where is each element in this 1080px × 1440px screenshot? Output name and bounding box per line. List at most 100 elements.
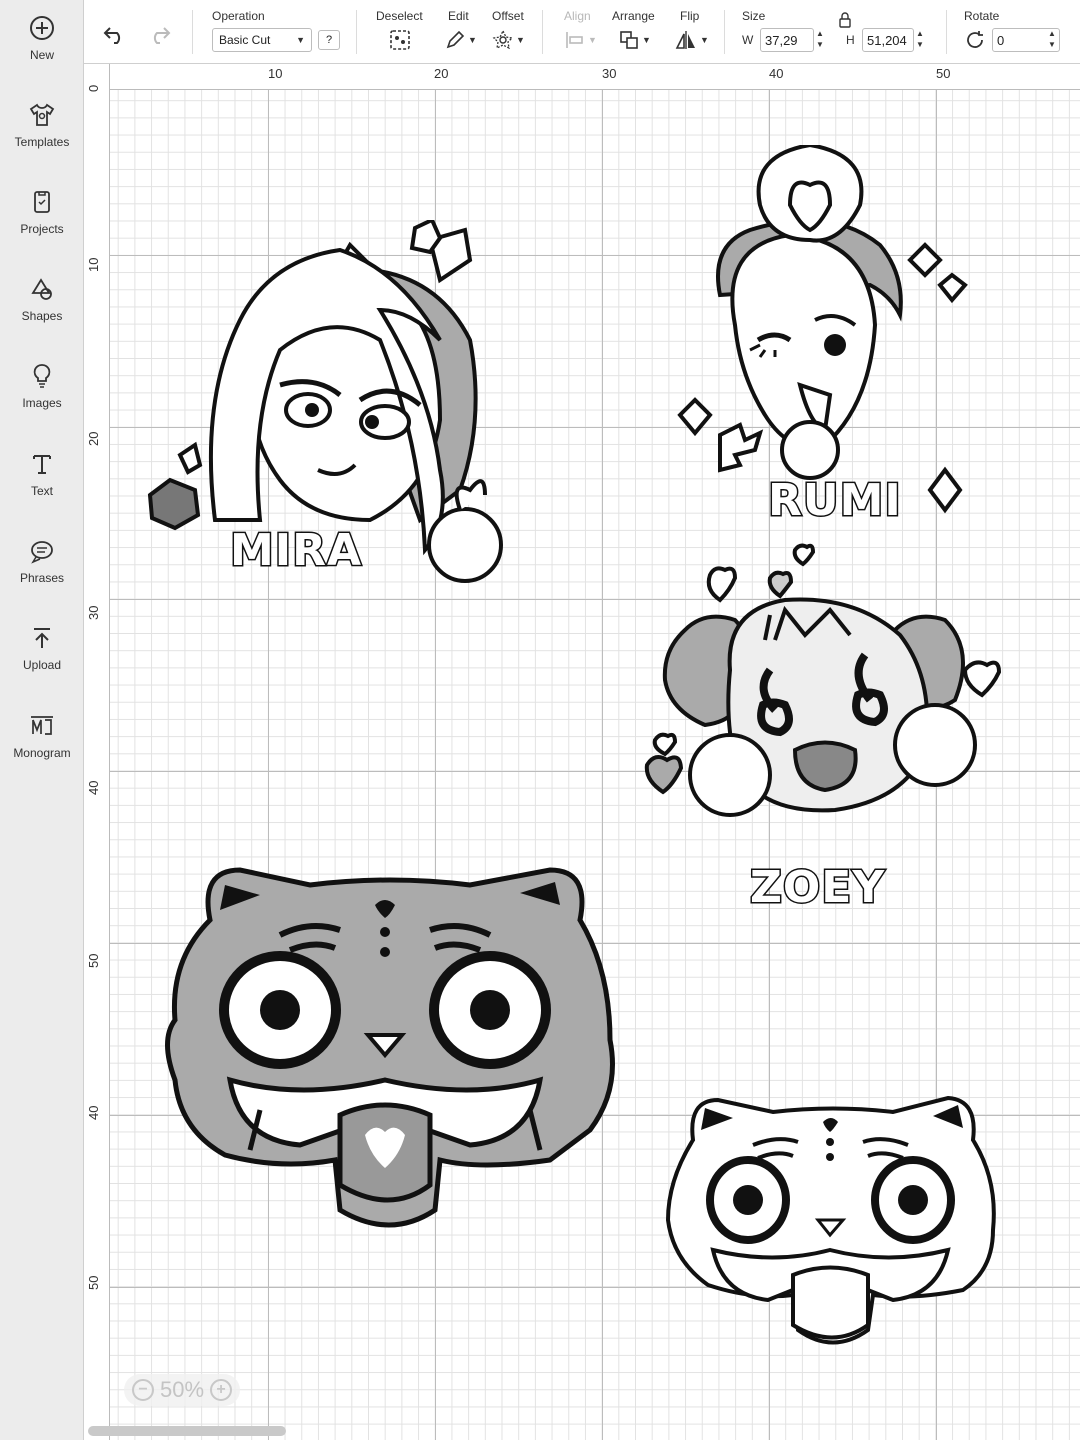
toolbar-divider: [946, 10, 947, 54]
size-label: Size: [742, 9, 766, 23]
ruler-tick-label: 10: [268, 66, 283, 81]
sidebar-item-shapes[interactable]: Shapes: [0, 275, 84, 355]
ruler-tick-label: 30: [86, 605, 101, 620]
monogram-icon: [31, 716, 53, 735]
sidebar-item-label: Monogram: [13, 746, 71, 760]
ruler-tick-label: 50: [86, 953, 101, 968]
ruler-tick-label: 20: [86, 431, 101, 446]
ruler-tick-label: 30: [602, 66, 617, 81]
zoey-sticker[interactable]: ZOEY: [635, 540, 1025, 920]
flip-label: Flip: [680, 9, 700, 23]
deselect-icon: [390, 30, 410, 50]
zoom-control: − 50% +: [124, 1374, 241, 1406]
redo-button[interactable]: [146, 22, 172, 46]
projects-icon: [34, 191, 50, 213]
toolbar-divider: [192, 10, 193, 54]
redo-icon: [153, 27, 171, 44]
zoom-in-button[interactable]: +: [210, 1379, 233, 1401]
sidebar-item-text[interactable]: Text: [0, 450, 84, 530]
chevron-down-icon: ▼: [468, 35, 477, 45]
width-field[interactable]: 37,29: [760, 28, 814, 52]
left-sidebar: New Templates Projects Shapes Images Tex…: [0, 0, 84, 1440]
mira-name-label: MIRA: [228, 524, 363, 578]
zoey-face-illustration: [644, 543, 1002, 817]
ruler-tick-label: 20: [434, 66, 449, 81]
ruler-tick-label: 50: [86, 1275, 101, 1290]
height-stepper[interactable]: ▲ ▼: [914, 28, 926, 52]
lock-icon[interactable]: [838, 12, 852, 28]
deselect-label: Deselect: [376, 9, 423, 23]
sidebar-item-templates[interactable]: Templates: [0, 101, 84, 181]
pencil-icon: [446, 30, 465, 49]
upload-icon: [34, 628, 50, 648]
width-stepper[interactable]: ▲ ▼: [814, 28, 826, 52]
ruler-tick-label: 0: [86, 84, 101, 92]
chevron-down-icon: ▼: [642, 35, 651, 45]
sidebar-item-phrases[interactable]: Phrases: [0, 537, 84, 617]
chevron-down-icon: ▼: [296, 35, 305, 45]
tiger-face-illustration: [165, 867, 615, 1228]
ruler-tick-label: 40: [86, 1105, 101, 1120]
deselect-button[interactable]: [388, 28, 412, 52]
sidebar-item-label: New: [29, 48, 54, 62]
rumi-sticker[interactable]: RUMI: [660, 142, 990, 545]
chevron-down-icon: ▼: [700, 35, 709, 45]
chevron-down-icon: ▼: [588, 35, 597, 45]
horizontal-ruler: 10 20 30 40 50: [84, 64, 1080, 90]
rumi-face-illustration: [677, 142, 968, 514]
plus-circle-icon: [30, 16, 54, 40]
sidebar-item-monogram[interactable]: Monogram: [0, 712, 84, 792]
sidebar-item-label: Projects: [20, 222, 64, 236]
flip-icon: [675, 31, 695, 49]
sidebar-item-upload[interactable]: Upload: [0, 624, 84, 704]
align-label: Align: [564, 9, 591, 23]
tiger-sticker-outline[interactable]: [663, 1090, 1003, 1360]
edit-button[interactable]: ▼: [444, 28, 477, 52]
flip-button[interactable]: ▼: [674, 28, 709, 52]
toolbar-divider: [542, 10, 543, 54]
undo-icon: [103, 27, 121, 44]
height-prefix: H: [846, 33, 855, 47]
width-prefix: W: [742, 33, 754, 47]
rumi-name-label: RUMI: [767, 474, 903, 528]
edit-label: Edit: [448, 9, 469, 23]
height-field[interactable]: 51,204: [862, 28, 914, 52]
tshirt-icon: [29, 103, 55, 126]
operation-select[interactable]: Basic Cut ▼: [212, 28, 312, 52]
vertical-ruler: 0 10 20 30 40 50 40 50: [84, 64, 110, 1440]
operation-label: Operation: [212, 9, 265, 23]
zoey-name-label: ZOEY: [748, 861, 886, 915]
horizontal-scrollbar[interactable]: [88, 1426, 286, 1436]
offset-icon: [492, 29, 514, 50]
ruler-tick-label: 40: [769, 66, 784, 81]
ruler-tick-label: 40: [86, 780, 101, 795]
zoom-out-button[interactable]: −: [132, 1379, 154, 1401]
tiger-face-illustration: [665, 1095, 996, 1345]
design-canvas[interactable]: MIRA RUMI ZOEY: [110, 90, 1080, 1440]
rotate-label: Rotate: [964, 9, 1000, 23]
chevron-down-icon: ▼: [516, 35, 525, 45]
speech-bubble-icon: [31, 541, 53, 564]
sidebar-item-images[interactable]: Images: [0, 362, 84, 442]
arrange-icon: [620, 31, 638, 49]
sidebar-item-projects[interactable]: Projects: [0, 188, 84, 268]
ruler-tick-label: 50: [936, 66, 951, 81]
align-button[interactable]: ▼: [564, 28, 597, 52]
sidebar-item-label: Shapes: [21, 309, 63, 323]
sidebar-item-new[interactable]: New: [0, 14, 84, 94]
align-icon: [566, 32, 583, 48]
operation-help-button[interactable]: ?: [318, 30, 340, 50]
mira-sticker[interactable]: MIRA: [140, 217, 510, 590]
rotate-icon: [967, 31, 983, 48]
operation-value: Basic Cut: [219, 33, 271, 47]
sidebar-item-label: Text: [30, 484, 53, 498]
arrange-button[interactable]: ▼: [618, 28, 651, 52]
undo-button[interactable]: [102, 22, 128, 46]
arrange-label: Arrange: [612, 9, 655, 23]
rotate-stepper[interactable]: ▲ ▼: [1046, 28, 1058, 52]
sidebar-item-label: Phrases: [19, 571, 65, 585]
offset-button[interactable]: ▼: [492, 28, 525, 52]
lightbulb-icon: [33, 364, 51, 388]
ruler-tick-label: 10: [86, 257, 101, 272]
tiger-sticker-gray[interactable]: [150, 860, 630, 1240]
